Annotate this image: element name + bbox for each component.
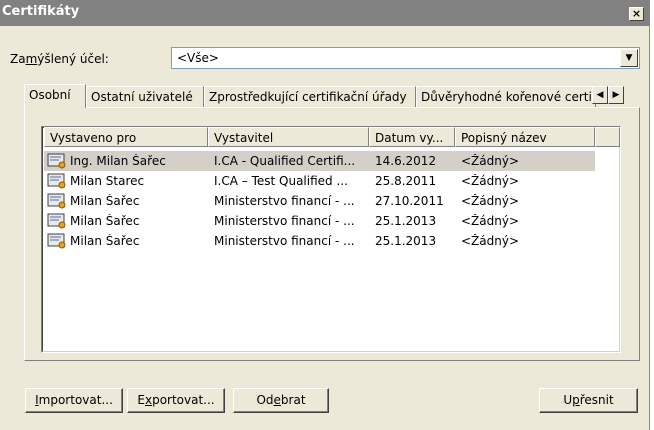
cell-date: 27.10.2011: [375, 194, 444, 208]
label-text: Za: [10, 52, 26, 66]
column-issued-by[interactable]: Vystavitel: [208, 127, 369, 147]
tab-personal[interactable]: Osobní: [24, 84, 86, 108]
column-filler: [595, 127, 620, 147]
cell-friendly-name: <Žádný>: [461, 234, 520, 248]
certificate-icon: [47, 233, 66, 249]
tab-label: Důvěryhodné kořenové certifikační úřady: [421, 90, 596, 104]
column-issued-to[interactable]: Vystaveno pro: [44, 127, 208, 147]
column-label: Vystavitel: [214, 131, 274, 145]
dropdown-button[interactable]: ▼: [620, 49, 638, 67]
intended-purpose-value: <Vše>: [177, 51, 219, 65]
tab-label: Osobní: [29, 88, 71, 102]
close-icon: ×: [631, 7, 642, 20]
cell-friendly-name: <Žádný>: [461, 154, 520, 168]
import-button[interactable]: Importovat...: [25, 388, 123, 413]
cell-date: 25.1.2013: [375, 214, 437, 228]
cell-issuer: Ministerstvo financí - ...: [214, 194, 355, 208]
cell-issued-to: Milan Šařec: [70, 234, 140, 248]
cell-issued-to: Milan Starec: [70, 174, 145, 188]
button-accel: x: [144, 393, 153, 407]
column-label: Popisný název: [461, 131, 547, 145]
tab-other-people[interactable]: Ostatní uživatelé: [86, 86, 204, 107]
tab-intermediate-cas[interactable]: Zprostředkující certifikační úřady: [204, 86, 416, 107]
column-label: Datum vy...: [375, 131, 444, 145]
tab-label: Zprostředkující certifikační úřady: [209, 90, 407, 104]
tab-scroll-left[interactable]: ◀: [592, 86, 608, 104]
chevron-down-icon: ▼: [625, 53, 633, 63]
title-bar: Certifikáty ×: [0, 0, 650, 26]
button-label-rest: portovat...: [152, 393, 215, 407]
certificate-icon: [47, 193, 66, 209]
table-row[interactable]: Milan Šařec Ministerstvo financí - ... 2…: [44, 191, 595, 211]
tab-scroll-right[interactable]: ▶: [608, 86, 624, 104]
tab-label: Ostatní uživatelé: [91, 90, 193, 104]
chevron-right-icon: ▶: [612, 90, 620, 100]
list-header: Vystaveno pro Vystavitel Datum vy... Pop…: [42, 127, 622, 147]
cell-friendly-name: <Žádný>: [461, 194, 520, 208]
cell-date: 25.1.2013: [375, 234, 437, 248]
table-row[interactable]: Milan Šařec Ministerstvo financí - ... 2…: [44, 211, 595, 231]
button-label-rest: brat: [280, 393, 306, 407]
cell-issuer: I.CA – Test Qualified ...: [214, 174, 348, 188]
cell-friendly-name: <Žádný>: [461, 214, 520, 228]
remove-button[interactable]: Odebrat: [233, 388, 329, 413]
button-label: mportovat...: [38, 393, 113, 407]
certificate-list[interactable]: Vystaveno pro Vystavitel Datum vy... Pop…: [41, 126, 621, 353]
button-label-rest: řesnit: [579, 393, 614, 407]
column-expiration-date[interactable]: Datum vy...: [369, 127, 455, 147]
cell-date: 14.6.2012: [375, 154, 437, 168]
cell-issuer: Ministerstvo financí - ...: [214, 214, 355, 228]
intended-purpose-label: Zamýšlený účel:: [10, 52, 109, 66]
button-accel: I: [35, 393, 39, 407]
label-accel: m: [25, 52, 38, 66]
cell-issued-to: Milan Šařec: [70, 214, 140, 228]
button-accel: e: [273, 393, 281, 407]
cell-issued-to: Milan Šařec: [70, 194, 140, 208]
cell-friendly-name: <Žádný>: [461, 174, 520, 188]
certificate-icon: [47, 173, 66, 189]
certificate-icon: [47, 213, 66, 229]
button-label: E: [137, 393, 145, 407]
label-text-rest: ýšlený účel:: [37, 52, 109, 66]
button-label: Od: [256, 393, 274, 407]
export-button[interactable]: Exportovat...: [127, 388, 225, 413]
tab-trusted-root-cas[interactable]: Důvěryhodné kořenové certifikační úřady: [416, 86, 596, 107]
table-row[interactable]: Ing. Milan Šařec I.CA - Qualified Certif…: [44, 151, 595, 171]
window-title: Certifikáty: [2, 4, 80, 19]
table-row[interactable]: Milan Starec I.CA – Test Qualified ... 2…: [44, 171, 595, 191]
cell-date: 25.8.2011: [375, 174, 437, 188]
column-friendly-name[interactable]: Popisný název: [455, 127, 595, 147]
table-row[interactable]: Milan Šařec Ministerstvo financí - ... 2…: [44, 231, 595, 251]
cell-issuer: I.CA - Qualified Certifi...: [214, 154, 356, 168]
certificate-icon: [47, 153, 66, 169]
cell-issued-to: Ing. Milan Šařec: [70, 154, 166, 168]
certificates-dialog: Certifikáty × Zamýšlený účel: <Vše> ▼ Os…: [0, 0, 650, 430]
button-label: U: [563, 393, 573, 407]
column-label: Vystaveno pro: [50, 131, 137, 145]
close-button[interactable]: ×: [629, 7, 644, 21]
cell-issuer: Ministerstvo financí - ...: [214, 234, 355, 248]
chevron-left-icon: ◀: [596, 90, 604, 100]
button-accel: p: [572, 393, 580, 407]
intended-purpose-select[interactable]: <Vše> ▼: [171, 47, 640, 69]
advanced-button[interactable]: Upřesnit: [539, 388, 638, 413]
tab-strip: Osobní Ostatní uživatelé Zprostředkující…: [24, 84, 640, 108]
